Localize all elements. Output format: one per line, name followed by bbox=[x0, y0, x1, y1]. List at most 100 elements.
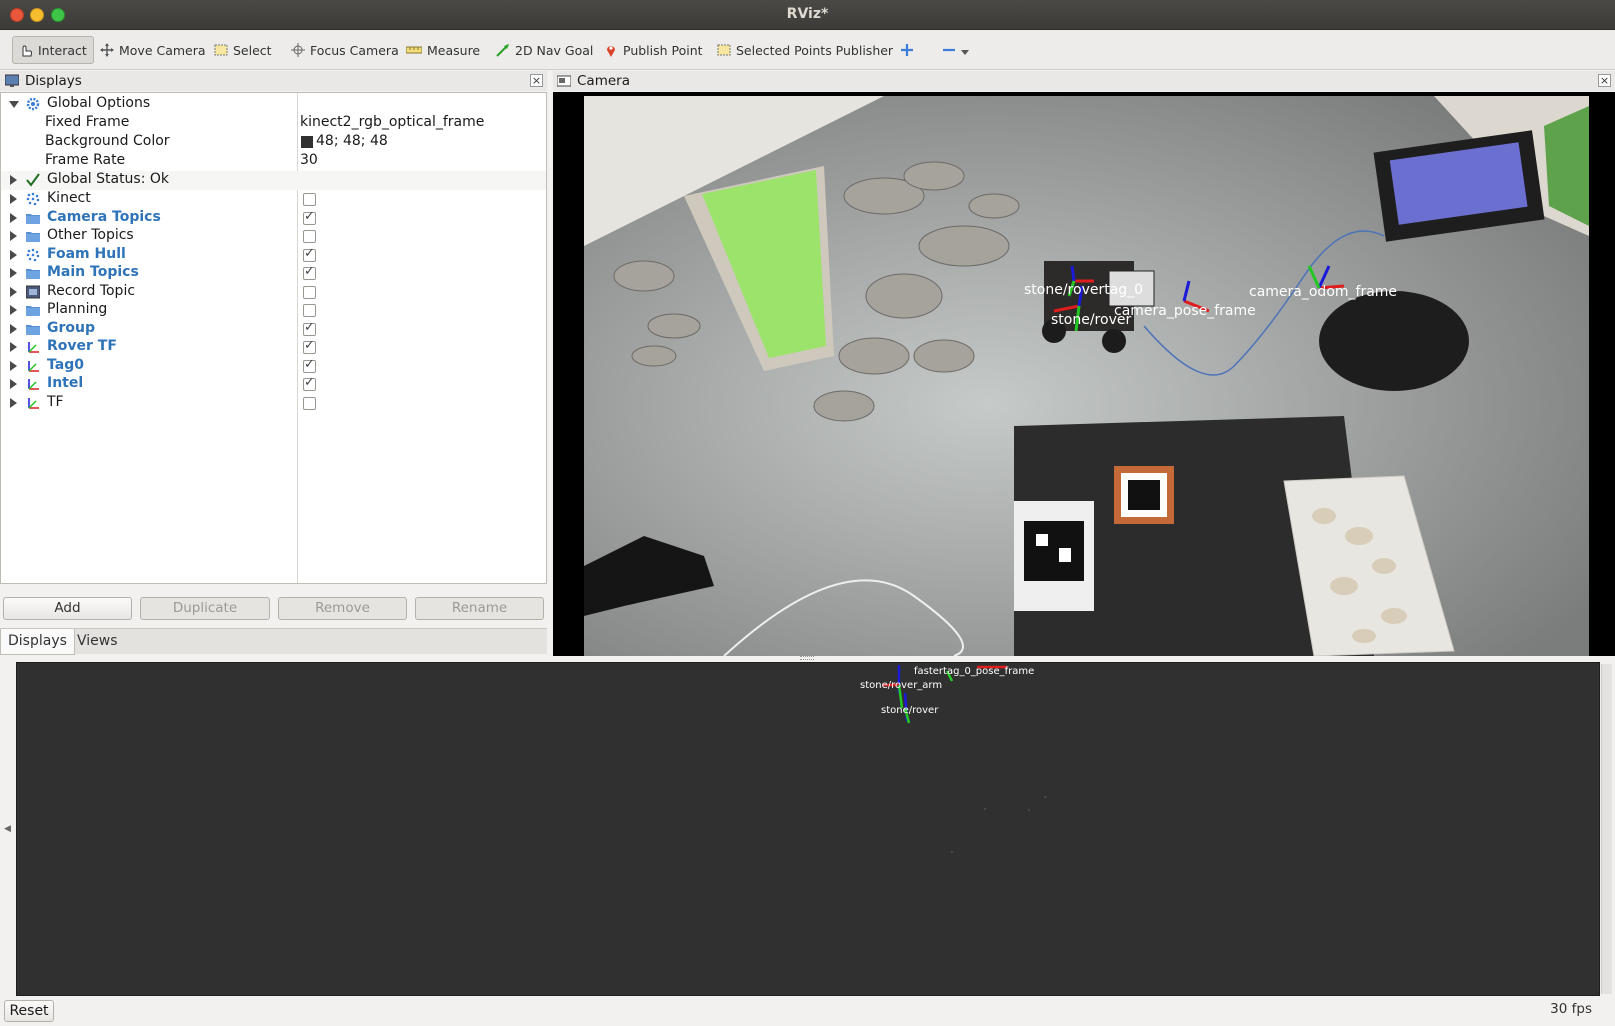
enable-checkbox[interactable] bbox=[303, 304, 316, 317]
expand-arrow-icon[interactable] bbox=[10, 231, 17, 241]
tree-row-global-options[interactable]: Global Options bbox=[1, 95, 546, 114]
plus-icon bbox=[900, 43, 914, 57]
enable-checkbox[interactable] bbox=[303, 193, 316, 206]
background-color-value[interactable]: 48; 48; 48 bbox=[300, 133, 388, 149]
display-item-label: Intel bbox=[47, 375, 84, 391]
camera-icon bbox=[556, 74, 572, 88]
title-bar: RViz* bbox=[0, 0, 1615, 30]
camera-scene bbox=[584, 96, 1589, 656]
expand-arrow-icon[interactable] bbox=[10, 323, 17, 334]
gear-icon bbox=[26, 97, 40, 111]
display-item-label: TF bbox=[47, 393, 64, 410]
folder-icon bbox=[26, 322, 40, 336]
folder-icon bbox=[26, 266, 40, 280]
tree-row-frame-rate[interactable]: Frame Rate 30 bbox=[1, 152, 546, 171]
expand-arrow-icon[interactable] bbox=[9, 101, 19, 108]
enable-checkbox[interactable] bbox=[303, 357, 316, 373]
enable-checkbox[interactable] bbox=[303, 375, 316, 391]
panel-tabs: Displays Views bbox=[0, 628, 547, 655]
expand-arrow-icon[interactable] bbox=[10, 379, 17, 389]
display-item-kinect[interactable]: Kinect bbox=[1, 190, 546, 209]
map-pin-icon bbox=[604, 43, 618, 57]
enable-checkbox[interactable] bbox=[303, 396, 316, 410]
rename-display-button[interactable]: Rename bbox=[415, 597, 544, 620]
tree-row-global-status[interactable]: Global Status: Ok bbox=[1, 171, 546, 190]
left-collapse-arrow-icon[interactable]: ◀ bbox=[4, 824, 11, 834]
tab-views[interactable]: Views bbox=[70, 629, 125, 655]
publish-point-tool-button[interactable]: Publish Point bbox=[598, 36, 709, 64]
display-item-planning[interactable]: Planning bbox=[1, 301, 546, 320]
select-tool-button[interactable]: Select bbox=[208, 36, 278, 64]
color-swatch[interactable] bbox=[301, 136, 313, 148]
display-item-intel[interactable]: Intel bbox=[1, 375, 546, 394]
tab-displays[interactable]: Displays bbox=[0, 629, 75, 655]
point-cloud-icon bbox=[26, 248, 40, 262]
tf-label-camera-pose-frame: camera_pose_frame bbox=[1114, 303, 1256, 319]
expand-arrow-icon[interactable] bbox=[10, 342, 17, 352]
camera-view[interactable]: stone/rovertag_0 stone/rover camera_pose… bbox=[553, 92, 1615, 656]
enable-checkbox[interactable] bbox=[303, 230, 316, 243]
expand-arrow-icon[interactable] bbox=[10, 194, 17, 204]
splitter-handle[interactable] bbox=[800, 656, 814, 660]
expand-arrow-icon[interactable] bbox=[10, 175, 17, 185]
reset-button[interactable]: Reset bbox=[4, 1000, 54, 1022]
focus-camera-tool-button[interactable]: Focus Camera bbox=[285, 36, 405, 64]
selected-points-publisher-button[interactable]: Selected Points Publisher bbox=[711, 36, 899, 64]
display-item-rover-tf[interactable]: Rover TF bbox=[1, 338, 546, 357]
display-item-label: Kinect bbox=[47, 190, 91, 206]
expand-arrow-icon[interactable] bbox=[10, 360, 17, 371]
enable-checkbox[interactable] bbox=[303, 320, 316, 336]
display-item-other-topics[interactable]: Other Topics bbox=[1, 227, 546, 246]
enable-checkbox[interactable] bbox=[303, 264, 316, 280]
expand-arrow-icon[interactable] bbox=[10, 305, 17, 315]
move-camera-tool-button[interactable]: Move Camera bbox=[94, 36, 212, 64]
add-display-button[interactable]: Add bbox=[3, 597, 132, 620]
remove-tool-menu-button[interactable] bbox=[936, 36, 975, 64]
tree-row-fixed-frame[interactable]: Fixed Frame kinect2_rgb_optical_frame bbox=[1, 114, 546, 133]
display-item-foam-hull[interactable]: Foam Hull bbox=[1, 246, 546, 265]
nav-goal-tool-button[interactable]: 2D Nav Goal bbox=[490, 36, 599, 64]
tf-label-rover-3d: stone/rover bbox=[881, 705, 939, 716]
expand-arrow-icon[interactable] bbox=[10, 397, 17, 408]
right-dock-strip[interactable] bbox=[1601, 664, 1612, 994]
duplicate-display-button[interactable]: Duplicate bbox=[140, 597, 270, 620]
monitor-icon bbox=[4, 74, 20, 88]
display-item-camera-topics[interactable]: Camera Topics bbox=[1, 209, 546, 228]
displays-panel-header: Displays × bbox=[0, 71, 547, 91]
enable-checkbox[interactable] bbox=[303, 338, 316, 354]
expand-arrow-icon[interactable] bbox=[10, 212, 17, 223]
enable-checkbox[interactable] bbox=[303, 209, 316, 225]
crosshair-icon bbox=[291, 43, 305, 57]
camera-image[interactable]: stone/rovertag_0 stone/rover camera_pose… bbox=[584, 96, 1589, 656]
select-box-icon bbox=[717, 43, 731, 57]
folder-icon bbox=[26, 229, 40, 243]
window-title: RViz* bbox=[786, 6, 829, 22]
tf-label-stone-rover-arm: stone/rovertag_0 bbox=[1024, 282, 1144, 298]
display-item-record-topic[interactable]: Record Topic bbox=[1, 283, 546, 302]
tf-axes-icon bbox=[26, 396, 40, 410]
render-3d-view[interactable]: fastertag_0_pose_frame stone/rover_arm s… bbox=[16, 662, 1600, 996]
display-item-label: Main Topics bbox=[47, 264, 139, 280]
remove-display-button[interactable]: Remove bbox=[278, 597, 407, 620]
expand-arrow-icon[interactable] bbox=[10, 286, 17, 297]
displays-tree: Global Options Fixed Frame kinect2_rgb_o… bbox=[0, 92, 547, 584]
display-item-label: Group bbox=[47, 319, 96, 336]
display-item-tag0[interactable]: Tag0 bbox=[1, 357, 546, 376]
enable-checkbox[interactable] bbox=[303, 285, 316, 299]
interact-tool-button[interactable]: Interact bbox=[12, 36, 94, 64]
close-displays-panel-button[interactable]: × bbox=[530, 74, 543, 87]
display-item-tf[interactable]: TF bbox=[1, 394, 546, 413]
expand-arrow-icon[interactable] bbox=[10, 249, 17, 260]
add-tool-button[interactable] bbox=[894, 36, 920, 64]
tree-row-background-color[interactable]: Background Color 48; 48; 48 bbox=[1, 133, 546, 152]
point-cloud-icon bbox=[26, 192, 40, 206]
measure-tool-button[interactable]: Measure bbox=[400, 36, 486, 64]
enable-checkbox[interactable] bbox=[303, 246, 316, 262]
expand-arrow-icon[interactable] bbox=[10, 268, 17, 278]
close-camera-panel-button[interactable]: × bbox=[1598, 74, 1611, 87]
display-item-group[interactable]: Group bbox=[1, 320, 546, 339]
tf-axes-icon bbox=[26, 377, 40, 391]
display-item-main-topics[interactable]: Main Topics bbox=[1, 264, 546, 283]
tf-axes-icon bbox=[26, 340, 40, 354]
display-item-label: Record Topic bbox=[47, 282, 136, 299]
